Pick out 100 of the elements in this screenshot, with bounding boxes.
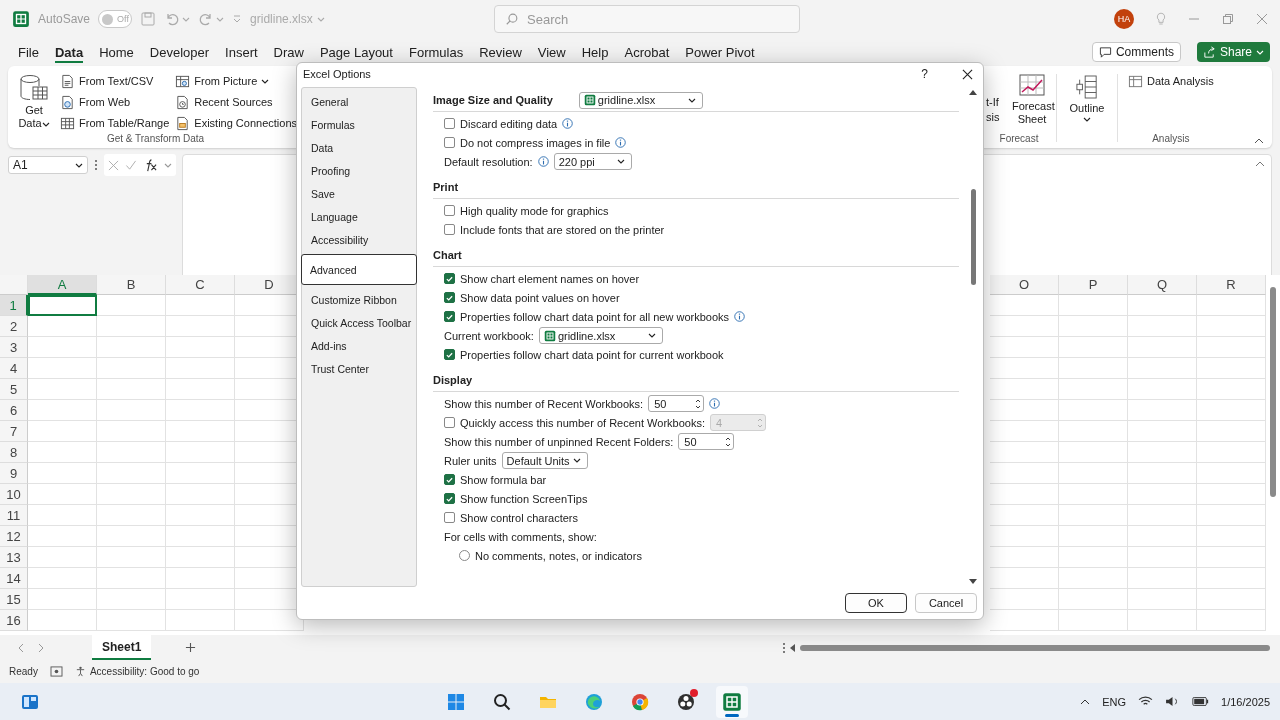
grid-cell[interactable]	[97, 400, 166, 421]
row-header[interactable]: 6	[0, 400, 28, 421]
dropdown[interactable]: gridline.xlsx	[578, 91, 703, 109]
comments-button[interactable]: Comments	[1091, 42, 1181, 62]
save-icon[interactable]	[140, 11, 157, 27]
previous-sheet-icon[interactable]	[18, 642, 24, 653]
grid-cell[interactable]	[1059, 526, 1128, 547]
grid-cell[interactable]	[1128, 484, 1197, 505]
grid-cell[interactable]	[990, 442, 1059, 463]
cancel-button[interactable]: Cancel	[915, 593, 977, 613]
grid-cell[interactable]	[28, 484, 97, 505]
grid-cell[interactable]	[990, 610, 1059, 631]
grid-cell[interactable]	[28, 337, 97, 358]
ribbon-tab[interactable]: Power Pivot	[685, 38, 755, 66]
column-header[interactable]: O	[990, 275, 1059, 295]
category-item[interactable]: Customize Ribbon	[301, 288, 417, 311]
ribbon-tab[interactable]: Home	[99, 38, 134, 66]
row-header[interactable]: 5	[0, 379, 28, 400]
column-header[interactable]: C	[166, 275, 235, 295]
grid-cell[interactable]	[166, 610, 235, 631]
grid-cell[interactable]	[1059, 316, 1128, 337]
grid-cell[interactable]	[166, 295, 235, 316]
column-header[interactable]: R	[1197, 275, 1266, 295]
language-indicator[interactable]: ENG	[1102, 695, 1127, 708]
grid-cell[interactable]	[1128, 547, 1197, 568]
grid-cell[interactable]	[166, 568, 235, 589]
row-header[interactable]: 14	[0, 568, 28, 589]
next-sheet-icon[interactable]	[38, 642, 44, 653]
grid-cell[interactable]	[1059, 610, 1128, 631]
active-cell[interactable]	[28, 295, 97, 316]
grid-cell[interactable]	[1059, 505, 1128, 526]
grid-cell[interactable]	[97, 505, 166, 526]
category-item[interactable]: Proofing	[301, 159, 417, 182]
lightbulb-icon[interactable]	[1156, 12, 1166, 26]
ribbon-tab[interactable]: Page Layout	[319, 38, 393, 66]
ribbon-button-label[interactable]: t-If	[986, 96, 1008, 109]
ok-button[interactable]: OK	[845, 593, 907, 613]
grid-cell[interactable]	[990, 568, 1059, 589]
grid-cell[interactable]	[1128, 358, 1197, 379]
dropdown[interactable]: Default Units	[501, 452, 588, 469]
ribbon-button[interactable]: From Text/CSV	[60, 72, 170, 90]
grid-cell[interactable]	[1059, 568, 1128, 589]
grid-cell[interactable]	[28, 421, 97, 442]
widgets-icon[interactable]	[20, 692, 40, 712]
scroll-up-icon[interactable]	[969, 89, 977, 95]
get-data-button[interactable]: Get Data	[14, 70, 54, 133]
grid-cell[interactable]	[990, 316, 1059, 337]
checkbox[interactable]	[444, 205, 455, 216]
grid-cell[interactable]	[97, 295, 166, 316]
chevron-up-icon[interactable]	[1080, 698, 1091, 705]
grid-cell[interactable]	[97, 589, 166, 610]
grid-cell[interactable]	[97, 547, 166, 568]
outline-button[interactable]: Outline	[1067, 70, 1107, 133]
category-item[interactable]: Advanced	[301, 254, 417, 285]
grid-cell[interactable]	[97, 484, 166, 505]
grid-cell[interactable]	[1059, 337, 1128, 358]
row-header[interactable]: 8	[0, 442, 28, 463]
ribbon-tab[interactable]: View	[537, 38, 566, 66]
grid-cell[interactable]	[166, 379, 235, 400]
row-header[interactable]: 16	[0, 610, 28, 631]
grid-cell[interactable]	[1059, 463, 1128, 484]
help-button[interactable]: ?	[921, 67, 928, 81]
ribbon-tab[interactable]: Draw	[273, 38, 304, 66]
dropdown[interactable]: gridline.xlsx	[538, 327, 663, 344]
macro-icon[interactable]	[49, 666, 63, 677]
grid-cell[interactable]	[28, 400, 97, 421]
grid-cell[interactable]	[1059, 400, 1128, 421]
grid-cell[interactable]	[1128, 568, 1197, 589]
scroll-left-icon[interactable]	[790, 643, 796, 652]
checkbox[interactable]	[444, 512, 455, 523]
grid-cell[interactable]	[990, 295, 1059, 316]
grid-cell[interactable]	[166, 337, 235, 358]
grid-cell[interactable]	[97, 337, 166, 358]
grid-cell[interactable]	[166, 358, 235, 379]
grid-cell[interactable]	[1128, 379, 1197, 400]
checkbox[interactable]	[444, 118, 455, 129]
column-header[interactable]: Q	[1128, 275, 1197, 295]
ribbon-button[interactable]: From Web	[60, 93, 170, 111]
row-header[interactable]: 3	[0, 337, 28, 358]
ribbon-tab[interactable]: Data	[54, 38, 84, 66]
grid-cell[interactable]	[28, 505, 97, 526]
row-header[interactable]: 11	[0, 505, 28, 526]
grid-cell[interactable]	[166, 589, 235, 610]
row-header[interactable]: 10	[0, 484, 28, 505]
grid-cell[interactable]	[1059, 421, 1128, 442]
select-all-corner[interactable]	[0, 275, 28, 295]
checkbox[interactable]	[444, 311, 455, 322]
data-analysis-button[interactable]: Data Analysis	[1128, 72, 1214, 90]
grid-cell[interactable]	[97, 568, 166, 589]
user-avatar[interactable]: HA	[1114, 9, 1134, 29]
scrollbar-thumb[interactable]	[800, 644, 1270, 651]
row-header[interactable]: 4	[0, 358, 28, 379]
sheet-tab[interactable]: Sheet1	[92, 635, 152, 660]
row-header[interactable]: 13	[0, 547, 28, 568]
enter-icon[interactable]	[125, 159, 137, 171]
checkbox[interactable]	[444, 224, 455, 235]
grid-cell[interactable]	[1128, 526, 1197, 547]
category-item[interactable]: Formulas	[301, 113, 417, 136]
grid-cell[interactable]	[166, 421, 235, 442]
dropdown[interactable]: 220 ppi	[553, 153, 632, 170]
